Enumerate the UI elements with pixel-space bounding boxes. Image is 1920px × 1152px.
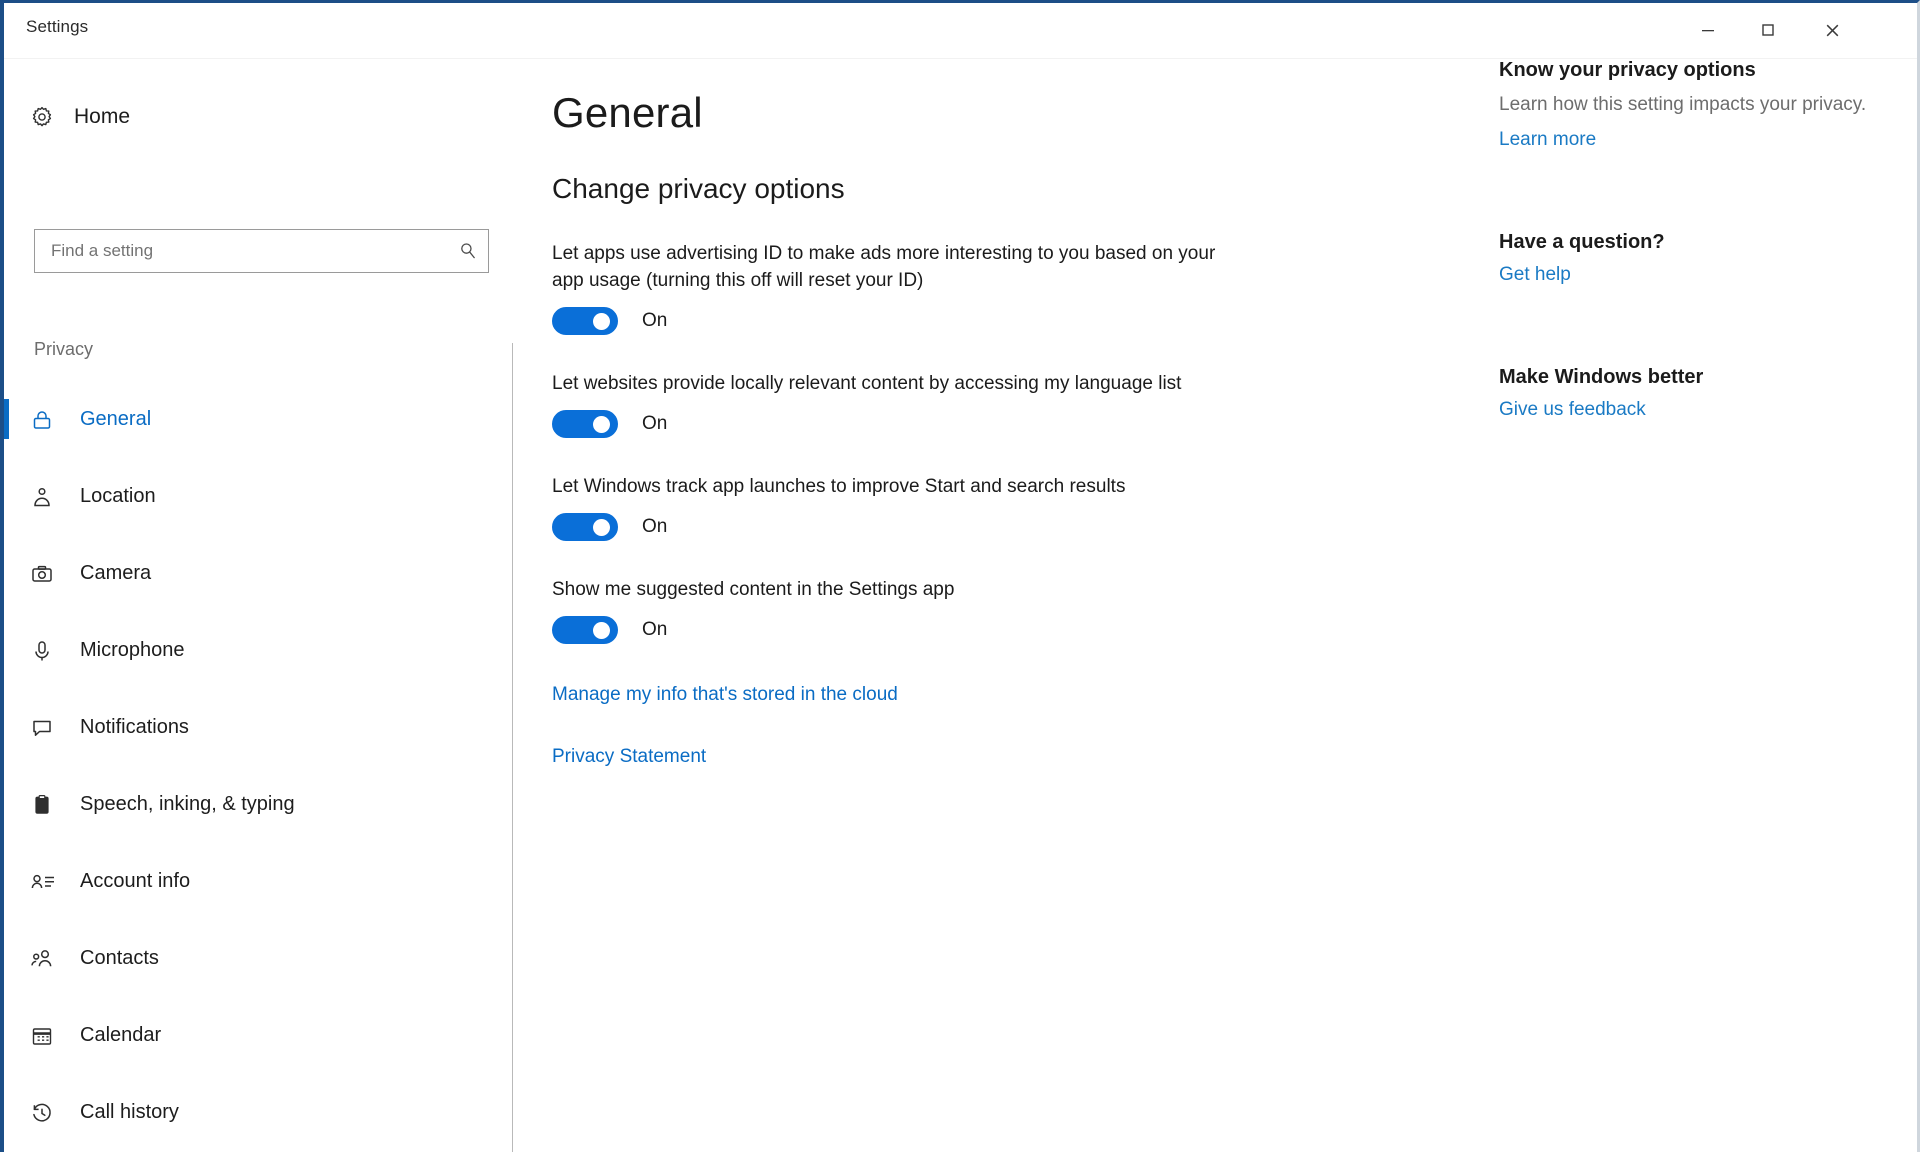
toggle-state-label: On (642, 619, 667, 641)
sidebar-item-home[interactable]: Home (4, 93, 484, 141)
sidebar-item-label: Account info (80, 870, 190, 893)
clipboard-icon (30, 793, 68, 817)
minimize-icon (1700, 22, 1716, 38)
sidebar-item-contacts[interactable]: Contacts (4, 920, 516, 997)
sidebar-nav-list: General Location (4, 381, 516, 1152)
setting-suggested-content: Show me suggested content in the Setting… (552, 577, 1242, 644)
right-info-panel: Know your privacy options Learn how this… (1499, 59, 1899, 421)
title-bar: Settings (4, 3, 1917, 59)
info-block-heading: Know your privacy options (1499, 59, 1899, 82)
sidebar-item-label: Notifications (80, 716, 189, 739)
sidebar-item-account-info[interactable]: Account info (4, 843, 516, 920)
info-block-heading: Have a question? (1499, 231, 1899, 254)
toggle-knob (593, 416, 610, 433)
lock-icon (30, 408, 68, 432)
toggle-state-label: On (642, 310, 667, 332)
sidebar-item-location[interactable]: Location (4, 458, 516, 535)
learn-more-link[interactable]: Learn more (1499, 129, 1596, 151)
sidebar-item-label: Calendar (80, 1024, 161, 1047)
sidebar-group-label: Privacy (34, 339, 93, 360)
sidebar-item-speech-inking-typing[interactable]: Speech, inking, & typing (4, 766, 516, 843)
sidebar-item-camera[interactable]: Camera (4, 535, 516, 612)
microphone-icon (30, 639, 68, 663)
toggle-knob (593, 313, 610, 330)
sidebar-item-general[interactable]: General (4, 381, 516, 458)
window-title: Settings (26, 17, 88, 37)
privacy-statement-link[interactable]: Privacy Statement (552, 746, 706, 768)
contacts-icon (30, 947, 68, 971)
settings-window: Settings Home (0, 0, 1920, 1152)
close-button[interactable] (1803, 3, 1861, 57)
maximize-icon (1760, 22, 1776, 38)
toggle-track-app-launches[interactable]: On (552, 513, 667, 541)
manage-cloud-info-link[interactable]: Manage my info that's stored in the clou… (552, 684, 898, 706)
call-history-icon (30, 1101, 68, 1125)
get-help-link[interactable]: Get help (1499, 264, 1571, 286)
give-feedback-link[interactable]: Give us feedback (1499, 399, 1646, 421)
content-divider (512, 343, 513, 1152)
camera-icon (30, 562, 68, 586)
sidebar-item-label: Location (80, 485, 156, 508)
toggle-state-label: On (642, 413, 667, 435)
toggle-knob (593, 622, 610, 639)
toggle-switch[interactable] (552, 513, 618, 541)
setting-description: Let Windows track app launches to improv… (552, 474, 1242, 501)
notification-icon (30, 716, 68, 740)
sidebar-item-calendar[interactable]: Calendar (4, 997, 516, 1074)
search-box[interactable] (34, 229, 489, 273)
location-icon (30, 485, 68, 509)
setting-track-app-launches: Let Windows track app launches to improv… (552, 474, 1242, 541)
sidebar-item-label: General (80, 408, 151, 431)
toggle-advertising-id[interactable]: On (552, 307, 667, 335)
minimize-button[interactable] (1679, 3, 1737, 57)
info-block-privacy-options: Know your privacy options Learn how this… (1499, 59, 1899, 151)
gear-icon (30, 105, 64, 129)
section-title: Change privacy options (552, 173, 1452, 205)
close-icon (1824, 22, 1841, 39)
toggle-knob (593, 519, 610, 536)
toggle-switch[interactable] (552, 616, 618, 644)
setting-description: Let apps use advertising ID to make ads … (552, 241, 1242, 295)
sidebar-item-label: Speech, inking, & typing (80, 793, 295, 816)
toggle-state-label: On (642, 516, 667, 538)
sidebar-item-call-history[interactable]: Call history (4, 1074, 516, 1151)
toggle-language-list[interactable]: On (552, 410, 667, 438)
sidebar: Home Privacy General (4, 59, 516, 1152)
sidebar-item-label: Call history (80, 1101, 179, 1124)
info-block-heading: Make Windows better (1499, 366, 1899, 389)
info-block-body: Learn how this setting impacts your priv… (1499, 92, 1884, 119)
toggle-suggested-content[interactable]: On (552, 616, 667, 644)
sidebar-item-microphone[interactable]: Microphone (4, 612, 516, 689)
main-content: General Change privacy options Let apps … (552, 59, 1452, 768)
setting-advertising-id: Let apps use advertising ID to make ads … (552, 241, 1242, 335)
info-block-feedback: Make Windows better Give us feedback (1499, 366, 1899, 421)
toggle-switch[interactable] (552, 410, 618, 438)
search-icon (448, 241, 488, 261)
sidebar-item-label: Microphone (80, 639, 185, 662)
setting-language-list: Let websites provide locally relevant co… (552, 371, 1242, 438)
sidebar-item-label: Camera (80, 562, 151, 585)
maximize-button[interactable] (1739, 3, 1797, 57)
sidebar-item-label: Contacts (80, 947, 159, 970)
page-title: General (552, 89, 1452, 137)
calendar-icon (30, 1024, 68, 1048)
sidebar-item-notifications[interactable]: Notifications (4, 689, 516, 766)
account-info-icon (30, 870, 68, 894)
info-block-question: Have a question? Get help (1499, 231, 1899, 286)
setting-description: Show me suggested content in the Setting… (552, 577, 1242, 604)
search-input[interactable] (35, 241, 448, 261)
sidebar-item-home-label: Home (74, 105, 130, 129)
setting-description: Let websites provide locally relevant co… (552, 371, 1242, 398)
toggle-switch[interactable] (552, 307, 618, 335)
